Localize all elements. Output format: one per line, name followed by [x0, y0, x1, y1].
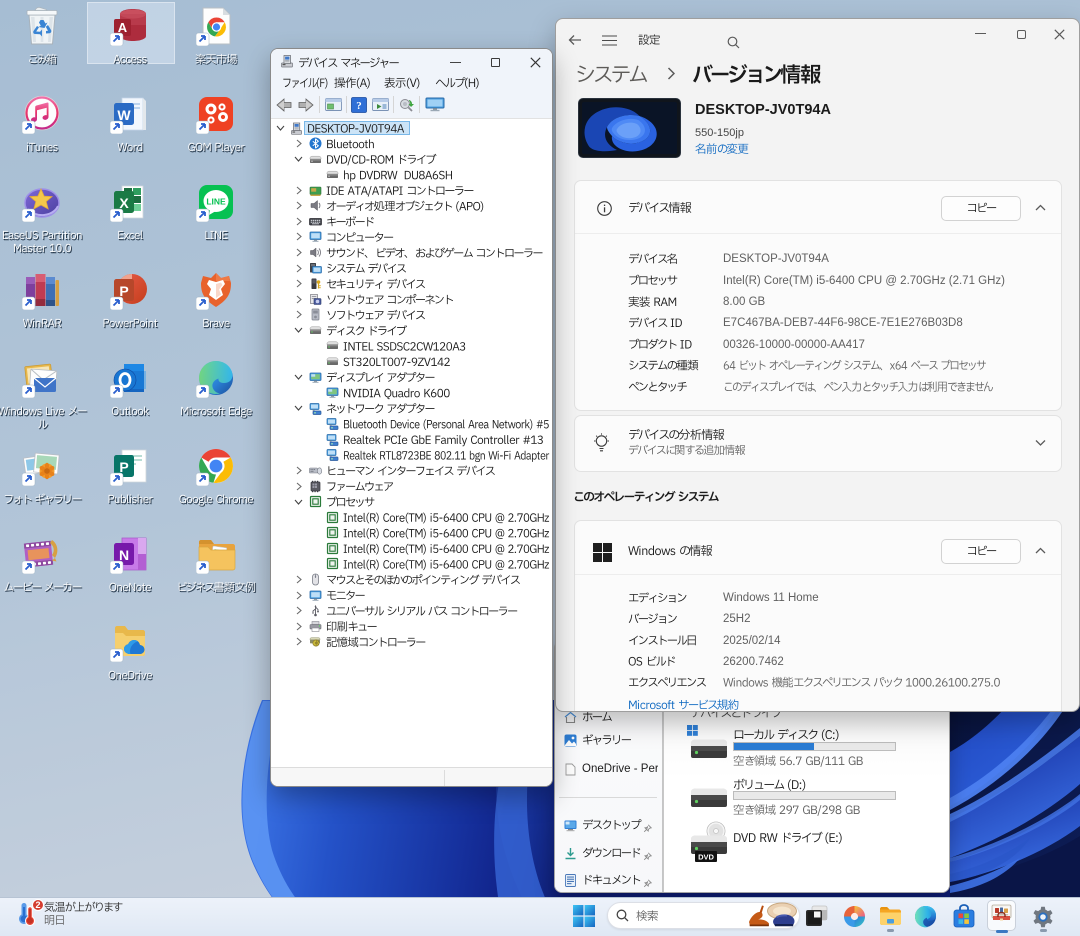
svg-text:LINE: LINE	[206, 197, 226, 207]
svg-text:P: P	[119, 283, 128, 299]
svg-text:W: W	[117, 107, 131, 123]
svg-text:N: N	[119, 547, 129, 563]
svg-text:DVD: DVD	[698, 853, 714, 862]
svg-text:?: ?	[356, 100, 362, 112]
svg-text:X: X	[119, 195, 129, 211]
svg-text:P: P	[119, 459, 128, 475]
